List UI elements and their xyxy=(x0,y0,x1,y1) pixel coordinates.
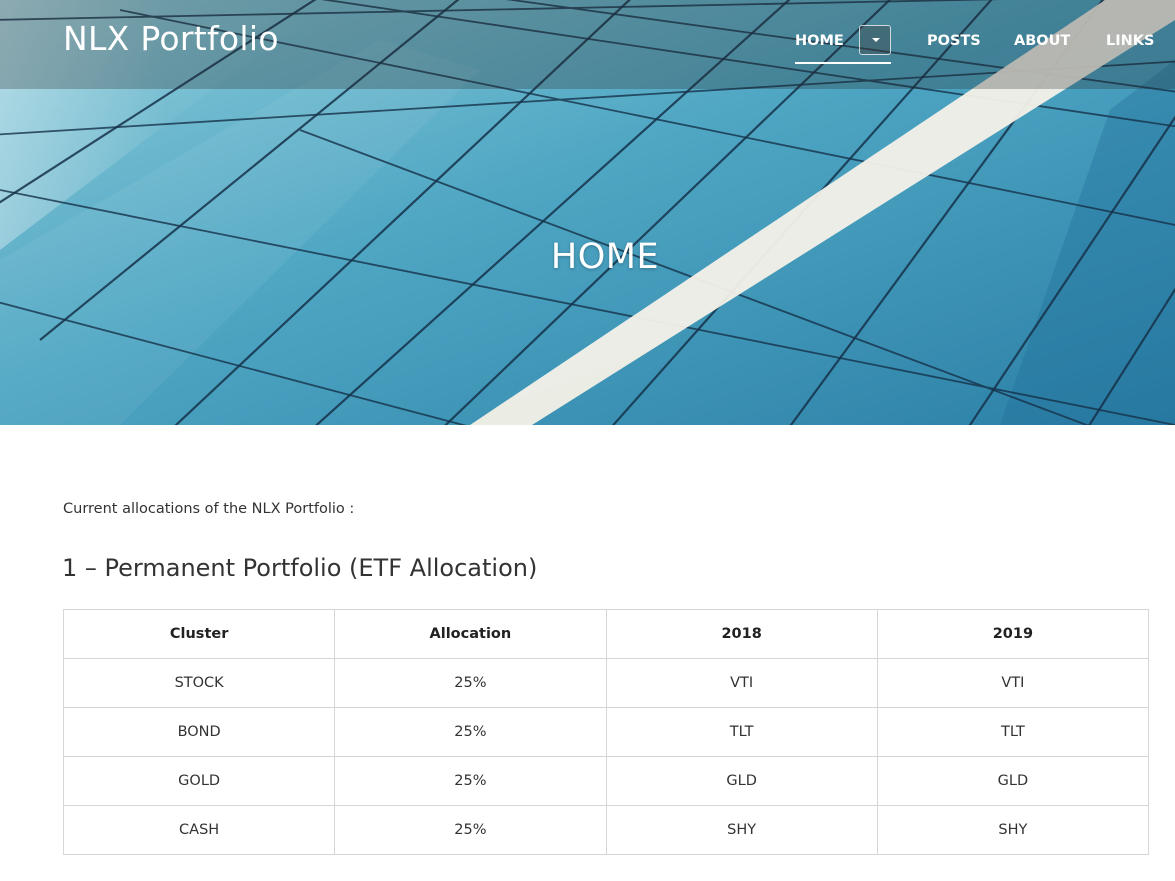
table-row: STOCK 25% VTI VTI xyxy=(62,658,1150,708)
table-cell: SHY xyxy=(876,805,1150,855)
main-nav: HOME POSTS ABOUT LINKS xyxy=(0,0,1175,89)
table-cell: 25% xyxy=(334,756,607,806)
active-nav-underline xyxy=(795,62,891,64)
table-row: CASH 25% SHY SHY xyxy=(62,805,1150,855)
table-cell: GLD xyxy=(876,756,1150,806)
column-header-cluster: Cluster xyxy=(62,609,336,659)
table-cell: CASH xyxy=(62,805,336,855)
table-cell: GOLD xyxy=(62,756,336,806)
intro-text: Current allocations of the NLX Portfolio… xyxy=(63,501,355,517)
nav-item-home[interactable]: HOME xyxy=(795,32,844,50)
table-cell: SHY xyxy=(605,805,878,855)
hero-title: HOME xyxy=(550,237,660,277)
caret-down-icon xyxy=(872,38,880,42)
section-heading: 1 – Permanent Portfolio (ETF Allocation) xyxy=(62,554,538,582)
nav-item-about[interactable]: ABOUT xyxy=(1014,32,1070,50)
table-cell: VTI xyxy=(605,658,878,708)
column-header-allocation: Allocation xyxy=(334,609,607,659)
column-header-2018: 2018 xyxy=(605,609,878,659)
table-cell: 25% xyxy=(334,707,607,757)
table-cell: 25% xyxy=(334,658,607,708)
column-header-2019: 2019 xyxy=(876,609,1150,659)
nav-item-links[interactable]: LINKS xyxy=(1106,32,1154,50)
table-cell: STOCK xyxy=(62,658,336,708)
table-cell: GLD xyxy=(605,756,878,806)
table-row: BOND 25% TLT TLT xyxy=(62,707,1150,757)
table-cell: TLT xyxy=(876,707,1150,757)
table-cell: TLT xyxy=(605,707,878,757)
table-cell: BOND xyxy=(62,707,336,757)
nav-item-posts[interactable]: POSTS xyxy=(927,32,981,50)
table-cell: 25% xyxy=(334,805,607,855)
table-row: GOLD 25% GLD GLD xyxy=(62,756,1150,806)
hero-banner: NLX Portfolio HOME POSTS ABOUT LINKS HOM… xyxy=(0,0,1175,425)
nav-dropdown-toggle[interactable] xyxy=(859,25,891,55)
table-header-row: Cluster Allocation 2018 2019 xyxy=(62,609,1150,659)
table-cell: VTI xyxy=(876,658,1150,708)
allocation-table: Cluster Allocation 2018 2019 STOCK 25% V… xyxy=(62,609,1150,855)
